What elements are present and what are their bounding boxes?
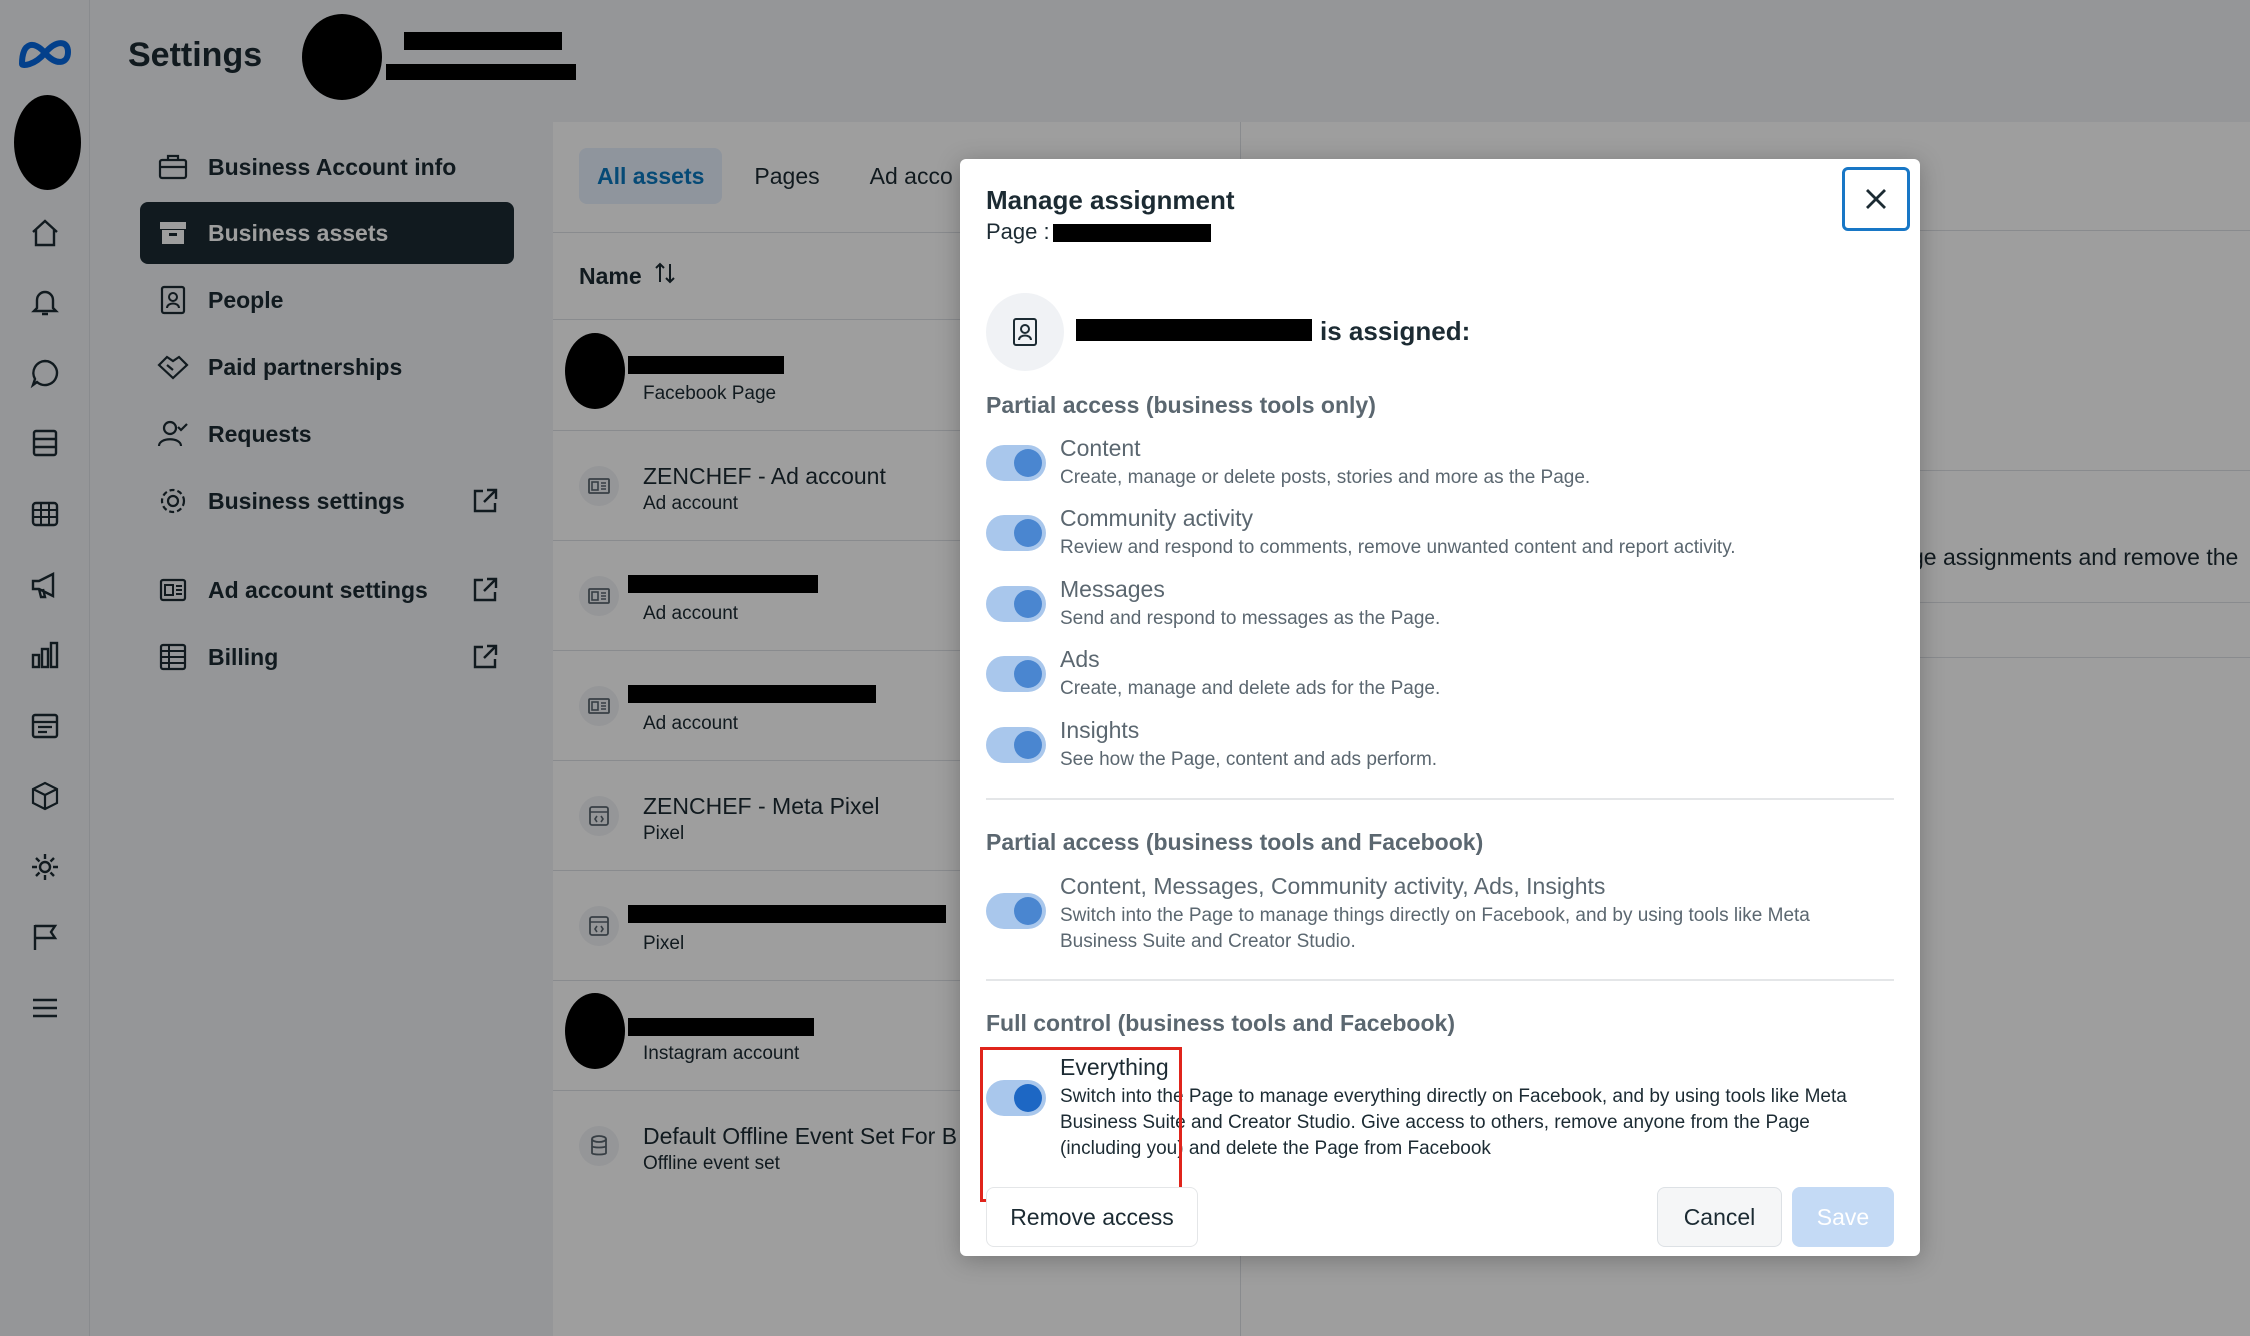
manage-assignment-dialog: Manage assignment Page : is assigned: Pa… (960, 159, 1920, 1256)
toggle-knob (1014, 731, 1042, 759)
toggle-knob (1014, 897, 1042, 925)
save-button[interactable]: Save (1792, 1187, 1894, 1247)
toggle-knob (1014, 660, 1042, 688)
redacted-person-name (1076, 319, 1312, 341)
insights-toggle[interactable] (986, 727, 1046, 763)
permission-insights: Insights See how the Page, content and a… (986, 717, 1894, 777)
permission-messages: Messages Send and respond to messages as… (986, 576, 1894, 636)
divider (986, 979, 1894, 981)
partial-facebook-toggle[interactable] (986, 893, 1046, 929)
toggle-knob (1014, 590, 1042, 618)
cancel-button[interactable]: Cancel (1657, 1187, 1782, 1247)
community-activity-toggle[interactable] (986, 515, 1046, 551)
permission-ads: Ads Create, manage and delete ads for th… (986, 646, 1894, 706)
permission-description: Switch into the Page to manage everythin… (1060, 1086, 1847, 1159)
permission-description: Switch into the Page to manage things di… (1060, 905, 1810, 952)
permission-label: Messages (1060, 576, 1165, 602)
permission-label: Insights (1060, 717, 1140, 743)
ads-toggle[interactable] (986, 656, 1046, 692)
permission-description: Create, manage or delete posts, stories … (1060, 467, 1591, 488)
permission-description: Send and respond to messages as the Page… (1060, 608, 1441, 629)
permission-description: See how the Page, content and ads perfor… (1060, 749, 1438, 770)
highlight-box (980, 1047, 1182, 1202)
permission-label: Community activity (1060, 505, 1253, 531)
content-toggle[interactable] (986, 445, 1046, 481)
permission-label: Content (1060, 435, 1141, 461)
close-icon (1866, 189, 1886, 209)
permission-community-activity: Community activity Review and respond to… (986, 505, 1894, 565)
redacted-page-name (1053, 224, 1211, 242)
section-heading: Partial access (business tools and Faceb… (986, 829, 1484, 855)
toggle-knob (1014, 519, 1042, 547)
remove-access-button[interactable]: Remove access (986, 1187, 1198, 1247)
messages-toggle[interactable] (986, 586, 1046, 622)
permission-description: Create, manage and delete ads for the Pa… (1060, 678, 1441, 699)
divider (986, 798, 1894, 800)
permission-content: Content Create, manage or delete posts, … (986, 435, 1894, 495)
dialog-page-label: Page : (986, 219, 1050, 244)
permission-label: Ads (1060, 646, 1100, 672)
assigned-text: is assigned: (1320, 316, 1471, 346)
person-badge-icon (986, 293, 1064, 371)
permission-business-tools-and-facebook: Content, Messages, Community activity, A… (986, 873, 1894, 963)
section-heading: Partial access (business tools only) (986, 392, 1376, 418)
permission-label: Content, Messages, Community activity, A… (1060, 873, 1606, 899)
toggle-knob (1014, 449, 1042, 477)
section-heading: Full control (business tools and Faceboo… (986, 1010, 1455, 1036)
permission-description: Review and respond to comments, remove u… (1060, 537, 1736, 558)
dialog-title: Manage assignment (986, 185, 1235, 215)
close-button[interactable] (1842, 167, 1910, 231)
